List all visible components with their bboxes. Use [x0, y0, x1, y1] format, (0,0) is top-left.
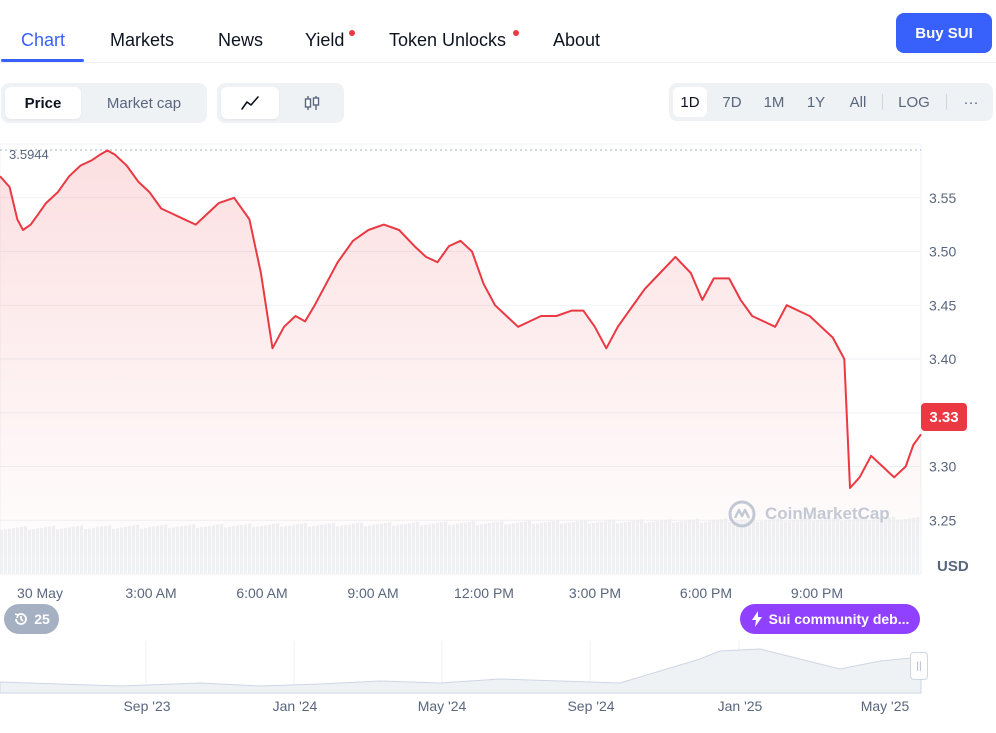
- navigator-tick-label: May '25: [861, 698, 910, 714]
- y-tick-label: 3.45: [929, 297, 956, 313]
- x-tick-label: 6:00 AM: [236, 585, 287, 601]
- lightning-icon: [751, 611, 762, 627]
- x-tick-label: 12:00 PM: [454, 585, 514, 601]
- event-pill-label: Sui community deb...: [768, 611, 910, 627]
- navigator-handle[interactable]: ||: [910, 652, 928, 680]
- history-icon: [14, 613, 28, 625]
- history-count: 25: [34, 611, 50, 627]
- coinmarketcap-logo-icon: [728, 500, 756, 528]
- navigator-tick-label: Sep '24: [567, 698, 614, 714]
- y-tick-label: 3.55: [929, 190, 956, 206]
- x-tick-label: 3:00 AM: [125, 585, 176, 601]
- high-price-label: 3.5944: [9, 147, 49, 162]
- navigator-tick-label: Sep '23: [123, 698, 170, 714]
- watermark-text: CoinMarketCap: [765, 504, 890, 523]
- x-tick-label: 3:00 PM: [569, 585, 621, 601]
- x-tick-label: 30 May: [17, 585, 63, 601]
- currency-label: USD: [937, 558, 969, 575]
- coinmarketcap-watermark: CoinMarketCap: [727, 499, 890, 529]
- x-tick-label: 9:00 AM: [347, 585, 398, 601]
- navigator-tick-label: Jan '25: [718, 698, 763, 714]
- y-tick-label: 3.30: [929, 459, 956, 475]
- history-badge[interactable]: 25: [4, 604, 59, 634]
- current-price-flag: 3.33: [921, 403, 967, 431]
- event-pill[interactable]: Sui community deb...: [740, 604, 920, 634]
- x-tick-label: 6:00 PM: [680, 585, 732, 601]
- y-tick-label: 3.40: [929, 351, 956, 367]
- x-tick-label: 9:00 PM: [791, 585, 843, 601]
- navigator-tick-label: May '24: [418, 698, 467, 714]
- y-tick-label: 3.25: [929, 512, 956, 528]
- y-tick-label: 3.50: [929, 244, 956, 260]
- navigator-tick-label: Jan '24: [273, 698, 318, 714]
